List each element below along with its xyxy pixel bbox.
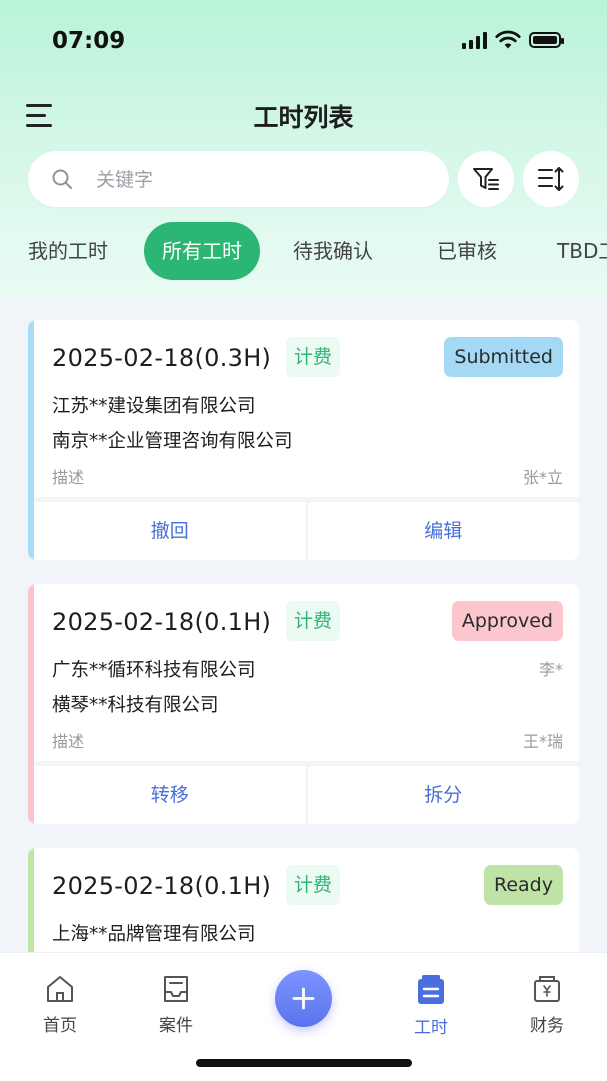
counterparty-company: 横琴**科技有限公司 xyxy=(52,695,219,716)
add-button[interactable] xyxy=(275,970,332,1027)
card-assignee: 李* xyxy=(538,660,563,679)
status-time: 07:09 xyxy=(52,28,126,54)
nav-home[interactable]: 首页 xyxy=(20,973,100,1036)
nav-timesheet[interactable]: 工时 xyxy=(391,973,471,1038)
timesheet-card[interactable]: 2025-02-18(0.1H) 计费 Approved 广东**循环科技有限公… xyxy=(28,584,579,824)
tab-tbd[interactable]: TBD工 xyxy=(557,222,607,280)
nav-cases-label: 案件 xyxy=(159,1016,193,1036)
nav-home-label: 首页 xyxy=(43,1016,77,1036)
card-date: 2025-02-18(0.1H) xyxy=(52,872,272,900)
card-status-bar xyxy=(28,848,34,952)
wifi-icon xyxy=(495,30,521,49)
battery-icon xyxy=(529,32,564,48)
split-button[interactable]: 拆分 xyxy=(308,766,580,824)
counterparty-company: 南京**企业管理咨询有限公司 xyxy=(52,431,293,452)
card-actions: 撤回 编辑 xyxy=(34,497,579,560)
card-date: 2025-02-18(0.3H) xyxy=(52,344,272,372)
client-company: 上海**品牌管理有限公司 xyxy=(52,924,256,945)
filter-button[interactable] xyxy=(458,151,514,207)
withdraw-button[interactable]: 撤回 xyxy=(34,502,306,560)
tab-all-hours[interactable]: 所有工时 xyxy=(144,222,260,280)
status-badge: Approved xyxy=(451,601,563,641)
status-icons xyxy=(462,30,564,50)
plus-icon xyxy=(292,987,315,1010)
finance-icon xyxy=(534,976,560,1002)
card-date: 2025-02-18(0.1H) xyxy=(52,608,272,636)
card-description: 描述 xyxy=(52,732,85,751)
tab-reviewed[interactable]: 已审核 xyxy=(437,222,497,280)
status-bar: 07:09 xyxy=(0,0,607,84)
timesheet-card[interactable]: 2025-02-18(0.1H) 计费 Ready 上海**品牌管理有限公司 xyxy=(28,848,579,952)
transfer-button[interactable]: 转移 xyxy=(34,766,306,824)
nav-finance[interactable]: 财务 xyxy=(507,973,587,1036)
card-description: 描述 xyxy=(52,468,85,487)
card-person: 张*立 xyxy=(522,468,563,487)
status-badge: Ready xyxy=(484,865,563,905)
card-person: 王*瑞 xyxy=(522,732,563,751)
filter-tabs: 我的工时 所有工时 待我确认 已审核 TBD工 xyxy=(0,222,607,282)
timesheet-card[interactable]: 2025-02-18(0.3H) 计费 Submitted 江苏**建设集团有限… xyxy=(28,320,579,560)
billing-tag: 计费 xyxy=(286,865,341,905)
status-badge: Submitted xyxy=(444,337,563,377)
billing-tag: 计费 xyxy=(286,601,341,641)
home-indicator xyxy=(196,1059,412,1067)
nav-finance-label: 财务 xyxy=(530,1016,564,1036)
sort-button[interactable] xyxy=(523,151,579,207)
signal-icon xyxy=(462,31,487,49)
billing-tag: 计费 xyxy=(286,337,341,377)
search-box[interactable] xyxy=(28,151,449,209)
sort-icon xyxy=(538,167,564,191)
nav-timesheet-label: 工时 xyxy=(414,1018,448,1038)
client-company: 广东**循环科技有限公司 xyxy=(52,660,256,681)
search-icon xyxy=(52,169,72,189)
search-input[interactable] xyxy=(94,151,438,209)
client-company: 江苏**建设集团有限公司 xyxy=(52,396,256,417)
tab-pending-confirm[interactable]: 待我确认 xyxy=(293,222,373,280)
home-icon xyxy=(47,976,73,1002)
tab-my-hours[interactable]: 我的工时 xyxy=(28,222,108,280)
edit-button[interactable]: 编辑 xyxy=(308,502,580,560)
nav-cases[interactable]: 案件 xyxy=(136,973,216,1036)
header: 工时列表 xyxy=(0,90,607,142)
bottom-nav: 首页 案件 工时 财务 xyxy=(0,952,607,1081)
page-title: 工时列表 xyxy=(253,103,354,132)
filter-icon xyxy=(473,168,499,190)
card-actions: 转移 拆分 xyxy=(34,761,579,824)
timesheet-list: 2025-02-18(0.3H) 计费 Submitted 江苏**建设集团有限… xyxy=(0,298,607,952)
case-icon xyxy=(164,976,188,1002)
timesheet-icon xyxy=(418,975,444,1004)
